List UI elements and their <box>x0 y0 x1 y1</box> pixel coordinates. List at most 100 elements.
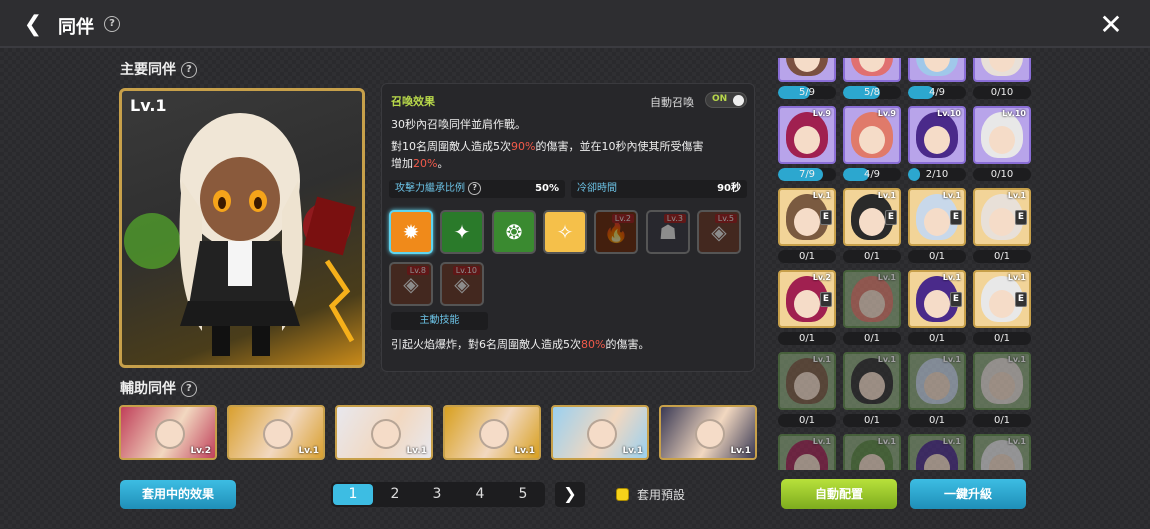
companion-card[interactable]: Lv.1 E <box>908 270 966 328</box>
companion-level: Lv.1 <box>942 273 961 282</box>
companion-card[interactable] <box>973 58 1031 82</box>
toggle-knob <box>733 95 744 106</box>
companion-level: Lv.9 <box>812 109 831 118</box>
companion-card[interactable]: Lv.9 <box>778 106 836 164</box>
page-5[interactable]: 5 <box>502 482 544 507</box>
help-icon[interactable]: ? <box>180 381 197 397</box>
assist-slot[interactable]: Lv.1 <box>551 405 649 460</box>
flame-field-icon: 🔥 <box>603 220 629 244</box>
main-companion-portrait[interactable]: Lv.1 <box>119 88 365 368</box>
companion-portrait-icon <box>695 419 725 449</box>
skill-slot[interactable]: ◈ Lv.5 <box>697 210 741 254</box>
summon-effect-label: 召喚效果 <box>391 95 435 108</box>
back-button[interactable]: ❮ <box>20 12 46 38</box>
assist-slot-level: Lv.1 <box>406 446 427 456</box>
companion-card[interactable]: Lv.1 <box>973 434 1031 470</box>
companion-screen: ❮ 同伴 ? ✕ 主要同伴 ? Lv.1 召喚效果 自動召喚 ON 30秒內召喚… <box>0 0 1150 529</box>
next-page-button[interactable]: ❯ <box>555 482 585 507</box>
companion-level: Lv.9 <box>877 109 896 118</box>
checkbox-icon <box>616 488 629 501</box>
active-effects-button[interactable]: 套用中的效果 <box>120 480 236 509</box>
companion-card[interactable]: Lv.1 <box>973 352 1031 410</box>
companion-card[interactable]: Lv.1 E <box>973 270 1031 328</box>
companion-card[interactable] <box>778 58 836 82</box>
auto-summon-label: 自動召喚 <box>650 96 694 109</box>
companion-count: 0/1 <box>798 251 816 262</box>
skill-slot[interactable]: ◈ Lv.8 <box>389 262 433 306</box>
assist-slot[interactable]: Lv.1 <box>227 405 325 460</box>
companion-level: Lv.1 <box>1007 437 1026 446</box>
equipped-badge: E <box>950 210 962 225</box>
skill-slot[interactable]: ◈ Lv.10 <box>440 262 484 306</box>
companion-face <box>859 290 885 318</box>
desc-text: 。 <box>437 157 449 170</box>
help-icon[interactable]: ? <box>468 181 482 195</box>
companion-face <box>924 290 950 318</box>
companion-card[interactable]: Lv.1 E <box>908 188 966 246</box>
companion-count: 0/1 <box>798 333 816 344</box>
equipped-badge: E <box>1015 292 1027 307</box>
assist-slot-level: Lv.1 <box>298 446 319 456</box>
companion-face <box>859 126 885 154</box>
apply-preset-checkbox[interactable]: 套用預設 <box>616 486 685 503</box>
companion-card[interactable]: Lv.1 <box>843 352 901 410</box>
companion-card[interactable]: Lv.1 E <box>778 188 836 246</box>
skill-slot[interactable]: ✦ <box>440 210 484 254</box>
companion-count-bar: 5/8 <box>843 86 901 99</box>
companion-count-bar: 5/9 <box>778 86 836 99</box>
companion-card[interactable]: Lv.1 <box>778 352 836 410</box>
assist-slot[interactable]: Lv.1 <box>659 405 757 460</box>
companion-card[interactable] <box>908 58 966 82</box>
companion-face <box>924 372 950 400</box>
companion-level: Lv.10 <box>1002 109 1026 118</box>
equipped-badge: E <box>1015 210 1027 225</box>
companion-card[interactable]: Lv.1 <box>843 434 901 470</box>
companion-face <box>794 208 820 236</box>
help-icon[interactable]: ? <box>104 16 120 32</box>
page-1[interactable]: 1 <box>333 484 373 505</box>
companion-card[interactable]: Lv.9 <box>843 106 901 164</box>
assist-slot-level: Lv.1 <box>730 446 751 456</box>
assist-slot[interactable]: Lv.2 <box>119 405 217 460</box>
companion-face <box>859 208 885 236</box>
companion-card[interactable]: Lv.1 E <box>843 188 901 246</box>
help-icon[interactable]: ? <box>180 62 197 78</box>
auto-assign-button[interactable]: 自動配置 <box>781 479 897 509</box>
page-4[interactable]: 4 <box>459 482 501 507</box>
desc-text: 對10名周圍敵人造成5次 <box>391 140 511 153</box>
page-2[interactable]: 2 <box>374 482 416 507</box>
companion-level: Lv.1 <box>1007 191 1026 200</box>
close-button[interactable]: ✕ <box>1096 10 1126 40</box>
companion-count-bar: 0/1 <box>908 414 966 427</box>
skill-slot[interactable]: ❂ <box>492 210 536 254</box>
upgrade-all-button[interactable]: 一鍵升級 <box>910 479 1026 509</box>
portrait-level: Lv.1 <box>130 96 167 115</box>
companion-count: 0/10 <box>990 169 1014 180</box>
companion-card[interactable]: Lv.1 <box>843 270 901 328</box>
companion-card[interactable]: Lv.10 <box>908 106 966 164</box>
companion-face <box>989 208 1015 236</box>
companion-card[interactable]: Lv.1 <box>908 352 966 410</box>
companion-card[interactable]: Lv.2 E <box>778 270 836 328</box>
auto-summon-toggle[interactable]: ON <box>705 92 747 108</box>
skill-slot[interactable]: ☗ Lv.3 <box>646 210 690 254</box>
companion-card[interactable]: Lv.1 E <box>973 188 1031 246</box>
companion-level: Lv.1 <box>1007 355 1026 364</box>
companion-count: 0/1 <box>928 333 946 344</box>
assist-slot[interactable]: Lv.1 <box>335 405 433 460</box>
skill-slot[interactable]: 🔥 Lv.2 <box>594 210 638 254</box>
companion-card[interactable]: Lv.1 <box>778 434 836 470</box>
equipped-badge: E <box>820 292 832 307</box>
stat-value: 90秒 <box>717 183 741 194</box>
companion-character-art <box>124 113 356 356</box>
fire-burst-icon: ✹ <box>402 220 420 244</box>
assist-slot-level: Lv.1 <box>514 446 535 456</box>
skill-slot[interactable]: ✧ <box>543 210 587 254</box>
assist-slot[interactable]: Lv.1 <box>443 405 541 460</box>
page-3[interactable]: 3 <box>416 482 458 507</box>
fox-mask-icon: ◈ <box>454 272 470 296</box>
companion-card[interactable]: Lv.10 <box>973 106 1031 164</box>
companion-card[interactable] <box>843 58 901 82</box>
skill-slot[interactable]: ✹ <box>389 210 433 254</box>
companion-card[interactable]: Lv.1 <box>908 434 966 470</box>
